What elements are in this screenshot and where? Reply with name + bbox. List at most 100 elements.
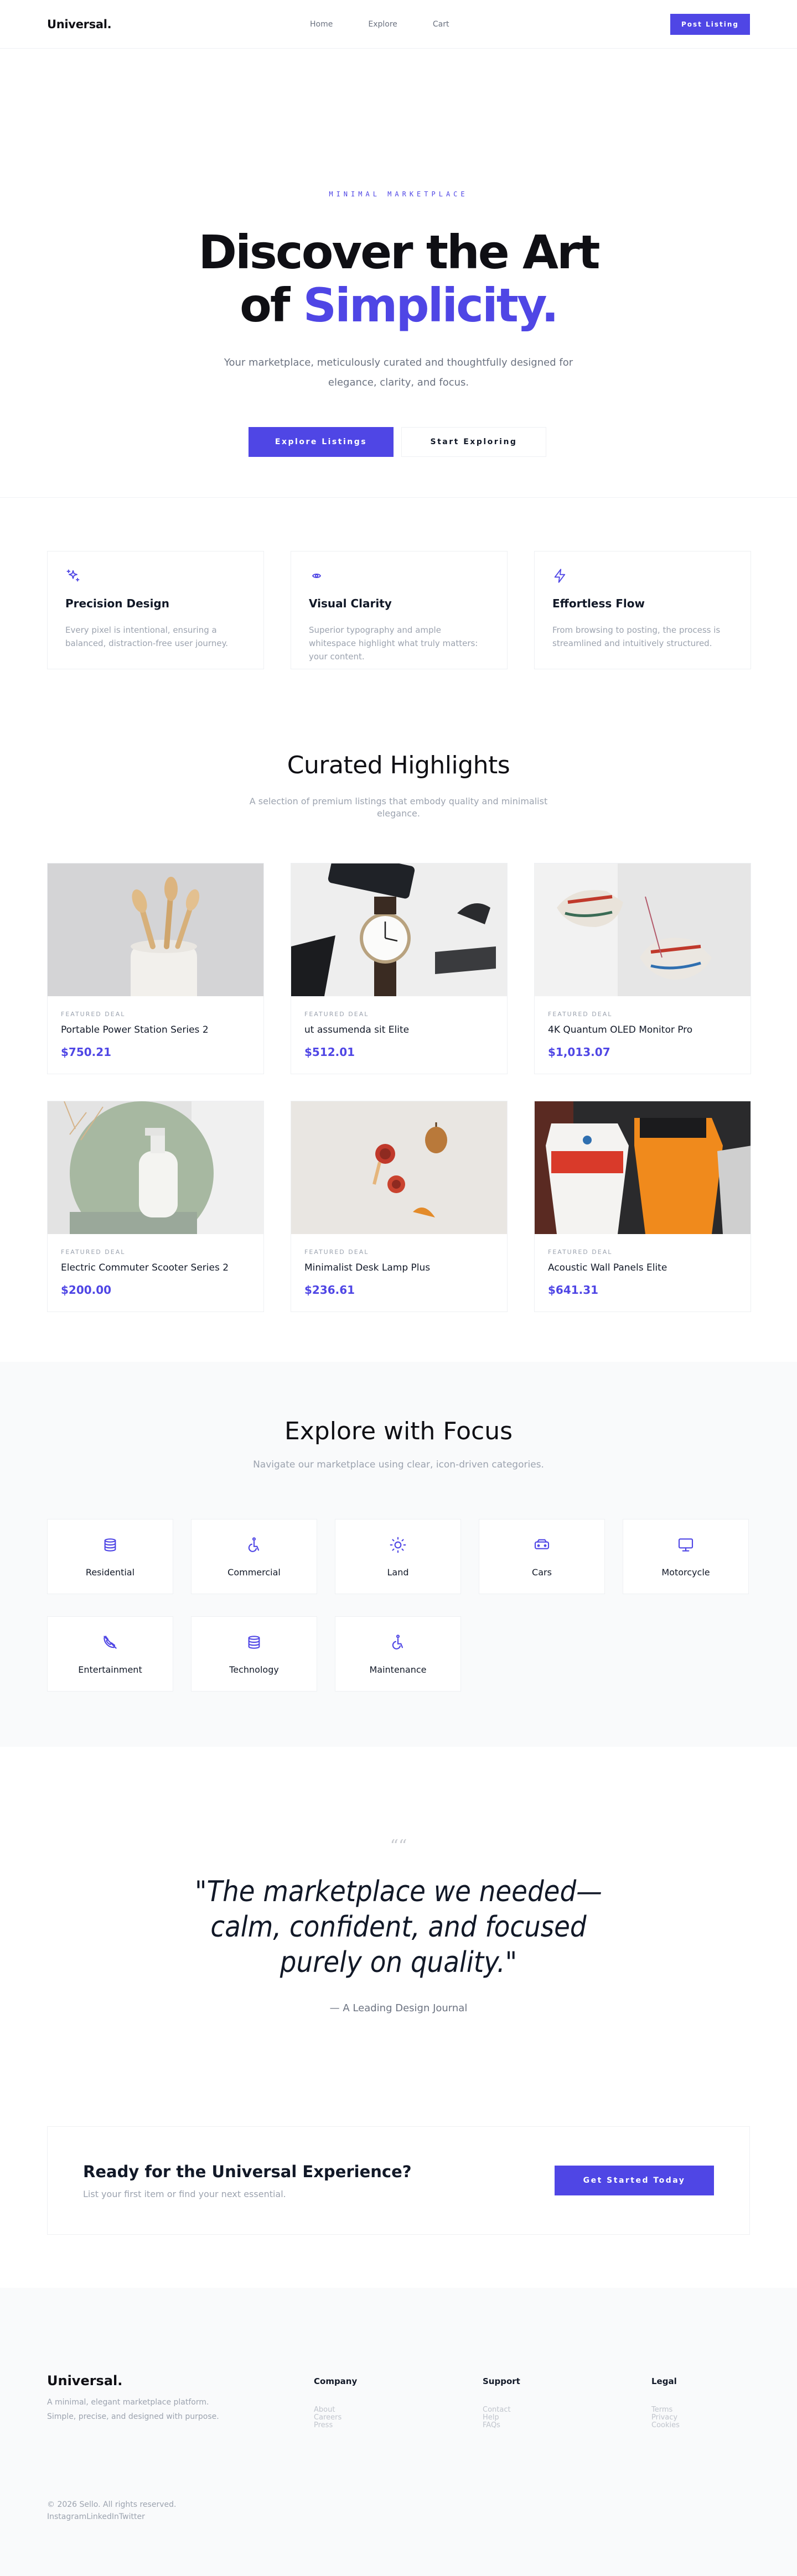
listing-title: Electric Commuter Scooter Series 2 (61, 1262, 229, 1273)
category-land[interactable]: Land (335, 1519, 461, 1594)
eye-icon (312, 574, 321, 578)
hero-subtitle: Your marketplace, meticulously curated a… (224, 357, 573, 388)
features-row: Precision Design Every pixel is intentio… (47, 551, 751, 669)
feature-card: Visual Clarity Superior typography and a… (291, 551, 508, 669)
start-exploring-button[interactable]: Start Exploring (401, 427, 546, 457)
category-motorcycle[interactable]: Motorcycle (623, 1519, 749, 1594)
listing-tag: FEATURED DEAL (61, 1248, 126, 1256)
category-entertainment[interactable]: Entertainment (47, 1616, 173, 1692)
social-link-linkedin[interactable]: LinkedIn (86, 2512, 119, 2521)
listing-title: 4K Quantum OLED Monitor Pro (548, 1024, 693, 1035)
jerseys-photo (535, 1101, 751, 1234)
cta-text: List your first item or find your next e… (83, 2189, 286, 2199)
bottle-photo (48, 1101, 263, 1234)
footer-link-privacy[interactable]: Privacy (651, 2414, 680, 2422)
categories-title: Explore with Focus (284, 1417, 513, 1445)
footer-link-faqs[interactable]: FAQs (483, 2422, 520, 2429)
testimonial-source: — A Leading Design Journal (329, 2002, 468, 2014)
category-commercial[interactable]: Commercial (191, 1519, 317, 1594)
accessibility-icon (392, 1635, 403, 1649)
category-label: Commercial (227, 1567, 281, 1578)
social-link-twitter[interactable]: Twitter (119, 2512, 145, 2521)
category-label: Residential (85, 1567, 135, 1578)
listing-title: ut assumenda sit Elite (304, 1024, 410, 1035)
footer-link-careers[interactable]: Careers (314, 2414, 357, 2422)
hero-title: Discover the Art of Simplicity. (0, 226, 797, 332)
footer-link-help[interactable]: Help (483, 2414, 520, 2422)
category-technology[interactable]: Technology (191, 1616, 317, 1692)
nav-link-home[interactable]: Home (310, 20, 333, 29)
footer-column-company: Company About Careers Press (314, 2376, 357, 2429)
monitor-icon (678, 1538, 694, 1552)
listing-card[interactable]: FEATURED DEAL Portable Power Station Ser… (47, 863, 264, 1074)
listing-image (291, 1101, 507, 1234)
listing-title: Minimalist Desk Lamp Plus (304, 1262, 431, 1273)
hero-title-accent: Simplicity. (303, 278, 559, 332)
nav-link-cart[interactable]: Cart (433, 20, 449, 29)
listing-image (48, 863, 263, 996)
footer-column-title: Support (483, 2376, 520, 2386)
feature-title: Precision Design (65, 597, 169, 610)
hero-section: MINIMAL MARKETPLACE Discover the Art of … (0, 49, 797, 498)
categories-subtitle: Navigate our marketplace using clear, ic… (253, 1459, 544, 1470)
footer-link-cookies[interactable]: Cookies (651, 2422, 680, 2429)
listing-card[interactable]: FEATURED DEAL 4K Quantum OLED Monitor Pr… (534, 863, 751, 1074)
footer-link-press[interactable]: Press (314, 2422, 357, 2429)
social-link-instagram[interactable]: Instagram (47, 2512, 86, 2521)
listing-tag: FEATURED DEAL (61, 1011, 126, 1018)
listing-price: $641.31 (548, 1283, 599, 1297)
listing-image (535, 863, 751, 996)
categories-grid: Residential Commercial Land Cars Motorcy… (47, 1519, 749, 1692)
lightning-icon (554, 569, 566, 583)
post-listing-button[interactable]: Post Listing (670, 14, 750, 35)
listings-grid: FEATURED DEAL Portable Power Station Ser… (47, 863, 751, 1312)
quote-mark-icon: ““ (390, 1836, 407, 1856)
listing-title: Portable Power Station Series 2 (61, 1024, 209, 1035)
category-label: Land (387, 1567, 409, 1578)
listing-card[interactable]: FEATURED DEAL Electric Commuter Scooter … (47, 1101, 264, 1312)
logo[interactable]: Universal. (47, 18, 112, 31)
highlights-subtitle: A selection of premium listings that emb… (249, 796, 548, 819)
footer-link-contact[interactable]: Contact (483, 2406, 520, 2414)
listing-image (48, 1101, 263, 1234)
footer-logo[interactable]: Universal. (47, 2373, 122, 2388)
listing-tag: FEATURED DEAL (548, 1011, 613, 1018)
feature-card: Precision Design Every pixel is intentio… (47, 551, 264, 669)
phone-off-icon (103, 1635, 117, 1649)
cta-title: Ready for the Universal Experience? (83, 2162, 412, 2181)
category-residential[interactable]: Residential (47, 1519, 173, 1594)
flowers-photo (291, 1101, 507, 1234)
listing-tag: FEATURED DEAL (304, 1248, 369, 1256)
hero-actions: Explore Listings Start Exploring (249, 427, 546, 457)
category-label: Cars (532, 1567, 552, 1578)
listing-price: $1,013.07 (548, 1045, 610, 1059)
top-nav: Universal. Home Explore Cart Post Listin… (0, 0, 797, 49)
listing-title: Acoustic Wall Panels Elite (548, 1262, 667, 1273)
listing-card[interactable]: FEATURED DEAL Acoustic Wall Panels Elite… (534, 1101, 751, 1312)
highlights-title: Curated Highlights (287, 751, 510, 779)
footer-column-title: Company (314, 2376, 358, 2386)
testimonial-quote: "The marketplace we needed—calm, confide… (195, 1875, 602, 1979)
footer-copyright: © 2026 Sello. All rights reserved. (47, 2500, 177, 2509)
footer-link-terms[interactable]: Terms (651, 2406, 680, 2414)
footer-link-about[interactable]: About (314, 2406, 357, 2414)
listing-image (291, 863, 507, 996)
sparkles-icon (66, 569, 80, 582)
category-cars[interactable]: Cars (479, 1519, 605, 1594)
hero-title-line1: Discover the Art (198, 225, 600, 279)
cta-banner: Ready for the Universal Experience? List… (47, 2126, 750, 2235)
listing-card[interactable]: FEATURED DEAL ut assumenda sit Elite $51… (291, 863, 508, 1074)
listing-card[interactable]: FEATURED DEAL Minimalist Desk Lamp Plus … (291, 1101, 508, 1312)
hero-title-of: of (240, 278, 290, 332)
feature-title: Visual Clarity (309, 597, 392, 610)
listing-price: $236.61 (304, 1283, 355, 1297)
feature-text: From browsing to posting, the process is… (552, 625, 721, 648)
category-label: Technology (229, 1664, 279, 1675)
get-started-button[interactable]: Get Started Today (555, 2166, 714, 2195)
explore-listings-button[interactable]: Explore Listings (249, 427, 394, 457)
stack-icon (248, 1636, 260, 1649)
footer-social-links: Instagram LinkedIn Twitter (47, 2512, 145, 2521)
page: Universal. Home Explore Cart Post Listin… (0, 0, 797, 2576)
category-maintenance[interactable]: Maintenance (335, 1616, 461, 1692)
nav-link-explore[interactable]: Explore (368, 20, 397, 29)
